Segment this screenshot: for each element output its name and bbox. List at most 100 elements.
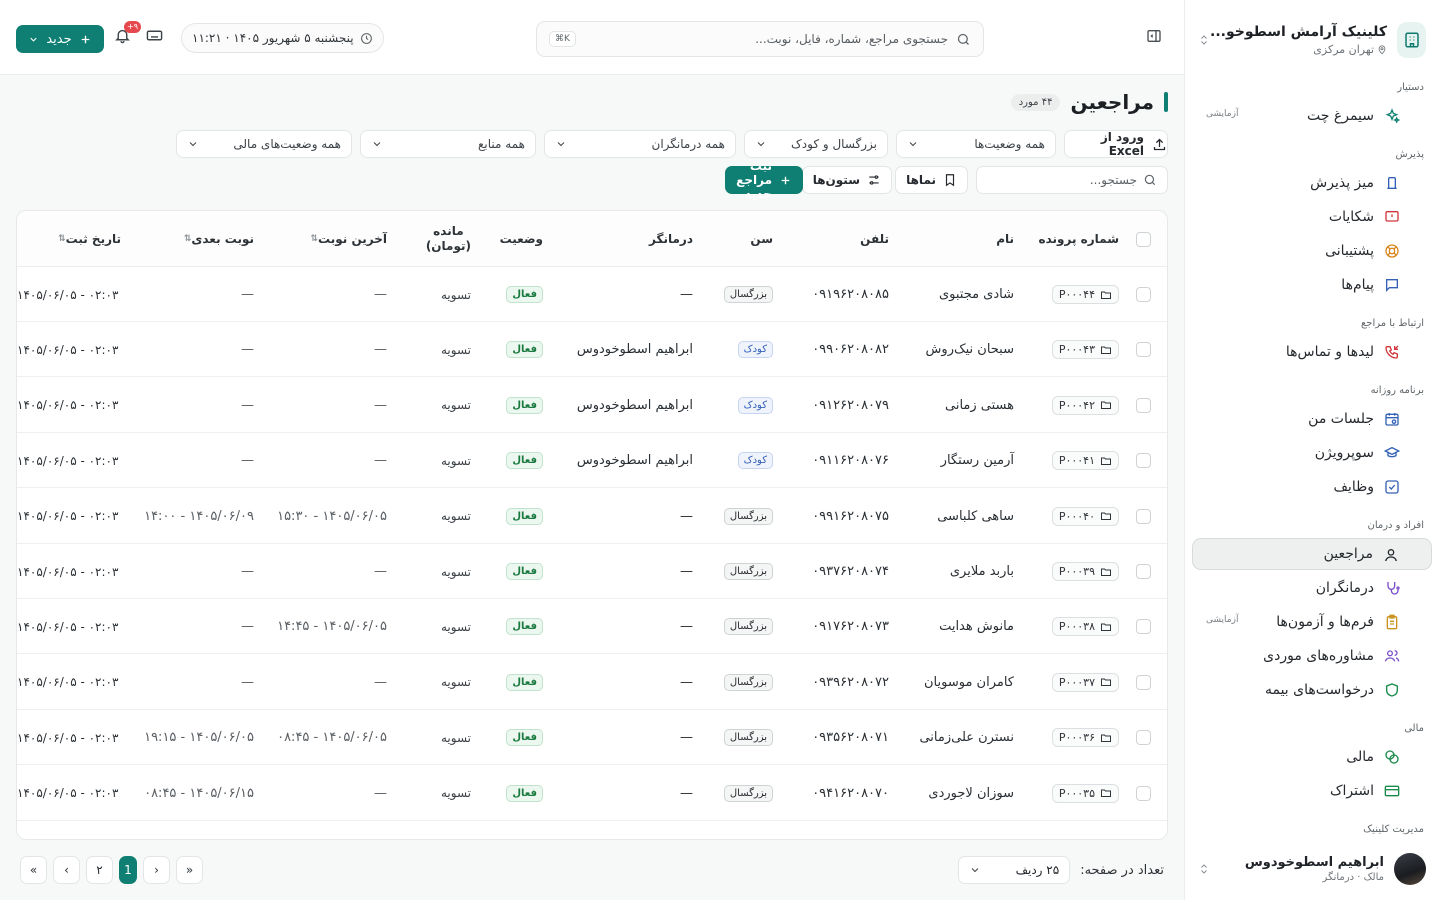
sidebar-item-complaints[interactable]: شکایات xyxy=(1192,201,1432,233)
sidebar-item-my-sessions[interactable]: جلسات من xyxy=(1192,403,1432,435)
table-row[interactable]: P۰۰۰۳۵ سوزان لاجوردی ۰۹۴۱۶۲۰۸۰۷۰ بزرگسال — فع… xyxy=(17,766,1167,821)
row-checkbox[interactable] xyxy=(1136,397,1151,413)
new-button[interactable]: جدید xyxy=(16,25,104,53)
file-number-chip[interactable]: P۰۰۰۳۶ xyxy=(1051,728,1119,748)
table-row[interactable]: P۰۰۰۴۳ سبحان نیک‌روش ۰۹۹۰۶۲۰۸۰۸۲ کودک ابراهی… xyxy=(17,322,1167,378)
table-search[interactable] xyxy=(976,166,1168,194)
client-name[interactable]: هستی زمانی xyxy=(945,378,1014,433)
user-menu[interactable]: ابراهیم اسطوخودوس مالک · درمانگر xyxy=(1198,852,1426,886)
col-file-no[interactable]: شماره پرونده xyxy=(1039,211,1119,267)
row-checkbox[interactable] xyxy=(1136,564,1151,579)
finance-filter[interactable]: همه وضعیت‌های مالی xyxy=(176,130,352,158)
sidebar-item-reception-desk[interactable]: میز پذیرش xyxy=(1192,167,1432,199)
client-balance: تسویه xyxy=(440,287,471,302)
last-page-button[interactable]: » xyxy=(176,856,203,884)
file-number-chip[interactable]: P۰۰۰۴۲ xyxy=(1051,395,1119,415)
client-name[interactable]: کامران موسویان xyxy=(924,655,1014,710)
col-status[interactable]: وضعیت xyxy=(500,211,543,267)
sidebar-item-subscription[interactable]: اشتراک xyxy=(1192,775,1432,807)
sidebar-item-case-consults[interactable]: مشاوره‌های موردی xyxy=(1192,640,1432,672)
clinic-switcher[interactable]: کلینیک آرامش اسطوخو... تهران مرکزی xyxy=(1198,20,1426,60)
add-client-button[interactable]: ثبت مراجع جدید xyxy=(725,159,803,201)
sidebar-item-simorgh-chat[interactable]: سیمرغ چت آزمایشی xyxy=(1192,100,1432,132)
col-next-appt[interactable]: نوبت بعدی ⇅ xyxy=(180,211,254,267)
file-number-chip[interactable]: P۰۰۰۳۹ xyxy=(1051,562,1119,581)
source-filter[interactable]: همه منابع xyxy=(360,130,536,158)
sidebar-item-messages[interactable]: پیام‌ها xyxy=(1192,269,1432,301)
col-balance[interactable]: مانده (تومان) xyxy=(426,211,471,267)
col-last-appt[interactable]: آخرین نوبت ⇅ xyxy=(307,211,388,267)
bell-icon[interactable]: ۹+ xyxy=(114,21,141,44)
chevron-up-down-icon[interactable] xyxy=(1198,862,1210,876)
status-filter[interactable]: همه وضعیت‌ها xyxy=(896,130,1056,158)
client-balance: تسویه xyxy=(440,564,471,579)
col-phone[interactable]: تلفن xyxy=(860,211,889,267)
sidebar-item-support[interactable]: پشتیبانی xyxy=(1192,235,1432,267)
import-excel-button[interactable]: ورود از Excel xyxy=(1064,130,1168,158)
col-therapist[interactable]: درمانگر xyxy=(649,211,693,267)
sidebar-item-clients[interactable]: مراجعین xyxy=(1192,538,1432,570)
sidebar-item-insurance[interactable]: درخواست‌های بیمه xyxy=(1192,674,1432,706)
row-checkbox[interactable] xyxy=(1136,730,1151,746)
table-row[interactable]: P۰۰۰۳۸ مانوش هدایت ۰۹۱۷۶۲۰۸۰۷۳ بزرگسال — فعال… xyxy=(17,599,1167,655)
next-page-button[interactable]: › xyxy=(143,856,170,884)
plus-icon xyxy=(779,174,792,187)
therapist-filter[interactable]: همه درمانگران xyxy=(544,130,736,158)
col-age[interactable]: سن xyxy=(750,211,773,267)
file-number-chip[interactable]: P۰۰۰۴۰ xyxy=(1051,506,1119,526)
table-row[interactable]: P۰۰۰۴۴ شادی مجتبوی ۰۹۱۹۶۲۰۸۰۸۵ بزرگسال — فعال… xyxy=(17,267,1167,322)
client-name[interactable]: نسترن علی‌زمانی xyxy=(919,710,1014,765)
page-1-button[interactable]: 1 xyxy=(119,856,137,884)
row-checkbox[interactable] xyxy=(1136,785,1151,801)
row-checkbox[interactable] xyxy=(1136,508,1151,524)
file-number-chip[interactable]: P۰۰۰۳۸ xyxy=(1051,617,1119,637)
client-name[interactable]: سبحان نیک‌روش xyxy=(926,322,1014,377)
table-row[interactable]: P۰۰۰۳۷ کامران موسویان ۰۹۳۹۶۲۰۸۰۷۲ بزرگسال — ف… xyxy=(17,655,1167,710)
client-name[interactable]: ساهی کلباسی xyxy=(937,489,1014,544)
page-2-button[interactable]: ۲ xyxy=(86,856,113,884)
sidebar-toggle-icon[interactable] xyxy=(1146,28,1162,44)
file-number-chip[interactable]: P۰۰۰۴۴ xyxy=(1051,285,1119,304)
sidebar-item-therapists[interactable]: درمانگران xyxy=(1192,572,1432,604)
col-name[interactable]: نام xyxy=(996,211,1014,267)
table-row[interactable]: P۰۰۰۳۹ باربد ملایری ۰۹۳۷۶۲۰۸۰۷۴ بزرگسال — فعا… xyxy=(17,544,1167,599)
row-checkbox[interactable] xyxy=(1136,674,1151,690)
client-name[interactable]: باربد ملایری xyxy=(950,544,1014,599)
table-search-input[interactable] xyxy=(987,173,1137,187)
file-number-chip[interactable]: P۰۰۰۳۷ xyxy=(1051,672,1119,692)
sidebar-item-leads[interactable]: لیدها و تماس‌ها xyxy=(1192,336,1432,368)
file-number-chip[interactable]: P۰۰۰۴۱ xyxy=(1051,451,1119,471)
table-row[interactable]: P۰۰۰۳۶ نسترن علی‌زمانی ۰۹۳۵۶۲۰۸۰۷۱ بزرگسال —… xyxy=(17,710,1167,766)
global-search[interactable]: ⌘K xyxy=(536,21,984,57)
client-name[interactable]: مانوش هدایت xyxy=(939,599,1014,654)
table-row[interactable]: P۰۰۰۴۰ ساهی کلباسی ۰۹۹۱۶۲۰۸۰۷۵ بزرگسال — فعال… xyxy=(17,489,1167,544)
table-row[interactable]: P۰۰۰۴۱ آرمین رستگار ۰۹۱۱۶۲۰۸۰۷۶ کودک ابراهیم… xyxy=(17,433,1167,489)
sidebar-item-tasks[interactable]: وظایف xyxy=(1192,471,1432,503)
sidebar-item-finance[interactable]: مالی xyxy=(1192,741,1432,773)
registered-date: ۱۴۰۵/۰۶/۰۵ - ۰۲:۰۳ xyxy=(17,509,119,524)
table-row[interactable]: P۰۰۰۴۲ هستی زمانی ۰۹۱۲۶۲۰۸۰۷۹ کودک ابراهیم ا… xyxy=(17,378,1167,433)
row-checkbox[interactable] xyxy=(1136,287,1151,302)
age-filter[interactable]: بزرگسال و کودک xyxy=(744,130,888,158)
row-checkbox[interactable] xyxy=(1136,342,1151,358)
keyboard-icon[interactable] xyxy=(146,27,163,44)
client-name[interactable]: آرمین رستگار xyxy=(941,433,1014,488)
chevron-up-down-icon[interactable] xyxy=(1198,33,1210,47)
rows-per-page-value: ۲۵ ردیف xyxy=(1015,863,1060,877)
file-number-chip[interactable]: P۰۰۰۴۳ xyxy=(1051,340,1119,360)
client-name[interactable]: سوزان لاجوردی xyxy=(928,766,1014,821)
views-button[interactable]: نماها xyxy=(895,166,968,194)
select-all-checkbox[interactable] xyxy=(1136,231,1151,247)
row-checkbox[interactable] xyxy=(1136,619,1151,635)
sidebar-item-supervision[interactable]: سوپرویژن xyxy=(1192,437,1432,469)
sidebar-item-forms[interactable]: فرم‌ها و آزمون‌ها آزمایشی xyxy=(1192,606,1432,638)
prev-page-button[interactable]: ‹ xyxy=(53,856,80,884)
col-registered[interactable]: تاریخ ثبت ⇅ xyxy=(54,211,121,267)
columns-button[interactable]: ستون‌ها xyxy=(801,166,892,194)
first-page-button[interactable]: « xyxy=(20,856,47,884)
client-name[interactable]: شادی مجتبوی xyxy=(939,267,1014,322)
search-input[interactable] xyxy=(575,32,948,46)
rows-per-page-select[interactable]: ۲۵ ردیف xyxy=(958,856,1071,884)
row-checkbox[interactable] xyxy=(1136,453,1151,469)
file-number-chip[interactable]: P۰۰۰۳۵ xyxy=(1051,783,1119,803)
